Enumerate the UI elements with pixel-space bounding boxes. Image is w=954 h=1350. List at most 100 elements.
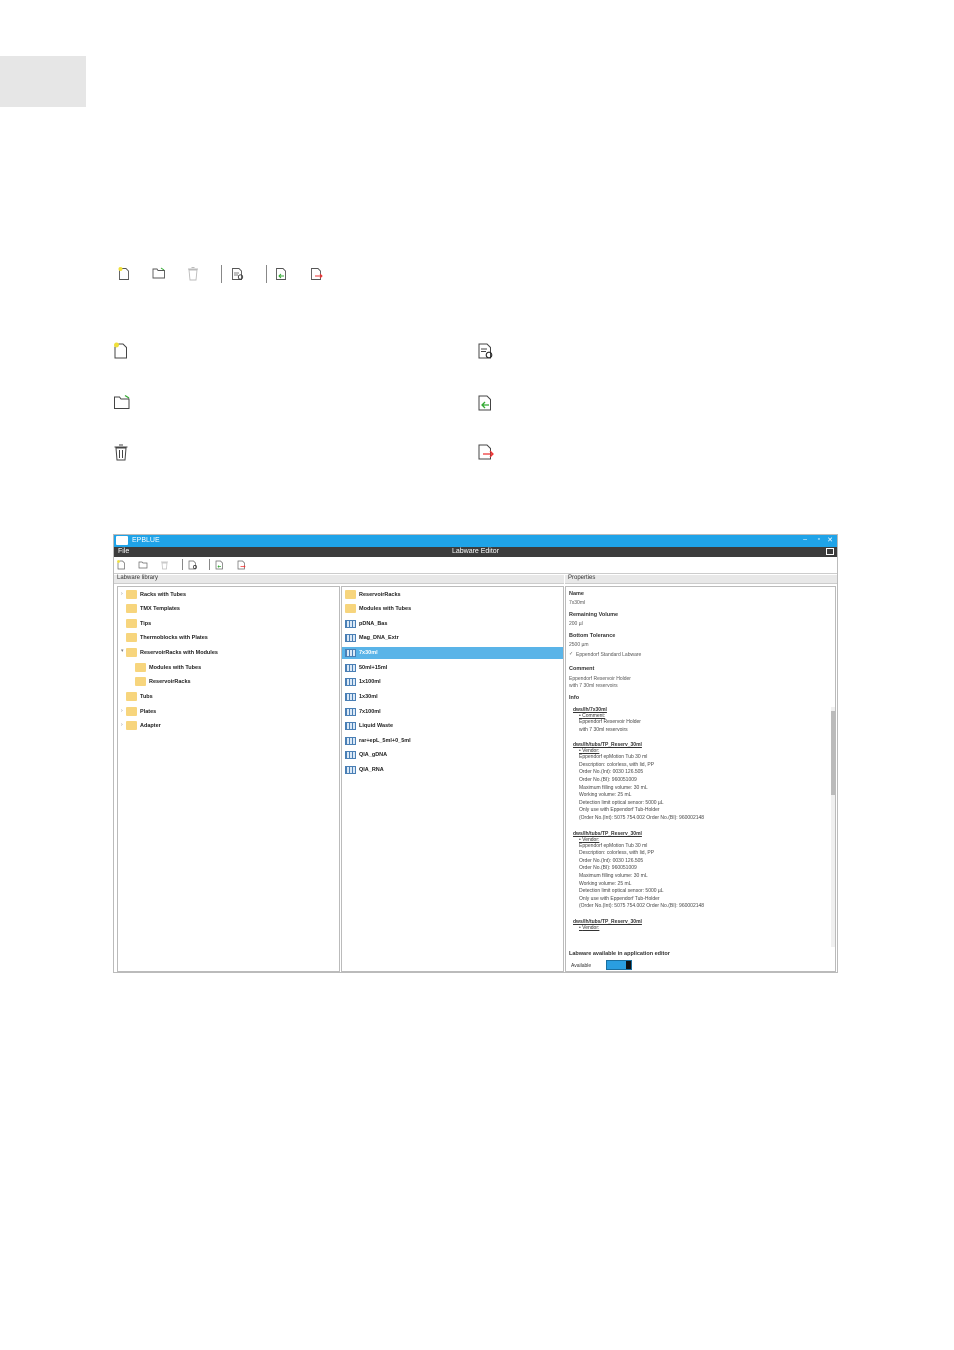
properties-view-icon[interactable] [231, 267, 245, 281]
list-item[interactable]: rar+epL_5ml+0_5ml [342, 735, 563, 747]
expand-arrow-icon[interactable]: › [121, 591, 123, 597]
rack-icon [345, 721, 356, 730]
list-item[interactable]: QIA_RNA [342, 764, 563, 776]
available-toggle[interactable] [606, 960, 632, 970]
info-line: Description: colorless, with lid, PP [579, 761, 655, 768]
expand-arrow-icon[interactable]: › [121, 708, 123, 714]
list-item[interactable]: 1x100ml [342, 676, 563, 688]
available-label: Available [571, 963, 592, 969]
tree-item[interactable]: Plates [126, 706, 156, 718]
info-line: Detection limit optical sensor: 5000 µL [579, 888, 664, 895]
folder-icon [126, 707, 137, 717]
folder-icon [126, 590, 137, 600]
list-item[interactable]: Mag_DNA_Extr [342, 632, 563, 644]
folder-icon [126, 721, 137, 731]
import-icon[interactable] [275, 267, 289, 281]
collapse-arrow-icon[interactable]: ▾ [121, 648, 124, 654]
info-line: Working volume: 25 mL [579, 792, 632, 799]
panel-toggle-icon[interactable] [826, 548, 834, 555]
info-scrollbar[interactable] [831, 707, 835, 947]
list-item[interactable]: pDNA_Bas [342, 618, 563, 630]
tree-item[interactable]: Tips [126, 618, 151, 630]
info-line: Order No.(Int): 0030 126.505 [579, 857, 644, 864]
remaining-volume-value: 200 µl [569, 621, 583, 627]
export-icon[interactable] [310, 267, 324, 281]
info-line: Detection limit optical sensor: 5000 µL [579, 799, 664, 806]
availability-label: Labware available in application editor [569, 951, 670, 957]
info-line: Description: colorless, with lid, PP [579, 850, 655, 857]
open-folder-icon[interactable] [152, 267, 166, 279]
list-item-selected[interactable]: 7x30ml [342, 647, 563, 659]
tree-item[interactable]: Thermoblocks with Plates [126, 632, 208, 644]
info-line: Only use with Eppendorf Tub-Holder [579, 895, 660, 902]
rack-icon [345, 663, 356, 672]
rack-icon [345, 765, 356, 774]
folder-icon [135, 677, 146, 687]
properties-view-icon[interactable] [188, 560, 198, 570]
library-tree: › Racks with Tubes TMX Templates Tips Th… [117, 586, 340, 972]
labware-editor-window: EPBLUE – ▫ ✕ File Labware Editor Labware… [113, 534, 838, 973]
list-item[interactable]: Liquid Waste [342, 720, 563, 732]
folder-icon [126, 692, 137, 702]
scrollbar-thumb[interactable] [831, 711, 835, 795]
info-box: dws/lh/7x30ml • Comment: Eppendorf Reser… [569, 707, 835, 947]
open-folder-icon [114, 394, 130, 409]
checkbox-check-icon[interactable]: ✓ [569, 651, 573, 657]
info-line: (Order No.(Int): 5075 754.002 Order No.(… [579, 814, 705, 821]
rack-icon [345, 692, 356, 701]
open-folder-icon[interactable] [138, 560, 148, 569]
new-file-icon[interactable] [117, 560, 126, 570]
delete-icon [114, 444, 128, 461]
rack-icon [345, 736, 356, 745]
tree-item[interactable]: Tubs [126, 691, 153, 703]
toggle-knob[interactable] [626, 961, 631, 969]
tree-item[interactable]: ReservoirRacks [135, 676, 191, 688]
delete-icon[interactable] [160, 560, 169, 570]
tree-item[interactable]: Racks with Tubes [126, 589, 186, 601]
folder-icon [126, 604, 137, 614]
export-icon [478, 444, 494, 460]
minimize-icon[interactable]: – [803, 536, 807, 543]
list-item[interactable]: QIA_gDNA [342, 749, 563, 761]
info-label: Info [569, 695, 580, 701]
list-item[interactable]: ReservoirRacks [342, 589, 563, 601]
name-label: Name [569, 591, 584, 597]
info-block: dws/lh/tubs/TP_Reserv_30ml • Vendor: Epp… [569, 831, 835, 911]
toolbar-separator [266, 265, 267, 283]
info-line: (Order No.(Int): 5075 754.002 Order No.(… [579, 903, 705, 910]
list-item[interactable]: 50ml+15ml [342, 662, 563, 674]
info-line: Eppendorf epMotion Tub 30 ml [579, 754, 648, 761]
remaining-volume-label: Remaining Volume [569, 612, 619, 618]
close-icon[interactable]: ✕ [827, 536, 833, 544]
rack-icon [345, 648, 356, 657]
info-line: Working volume: 25 mL [579, 880, 632, 887]
app-logo [116, 536, 128, 545]
bottom-tolerance-label: Bottom Tolerance [569, 633, 616, 639]
info-block: dws/lh/tubs/TP_Reserv_30ml • Vendor: [569, 919, 835, 931]
expand-arrow-icon[interactable]: › [121, 722, 123, 728]
comment-line: with 7 30ml reservoirs [569, 683, 618, 689]
tree-item[interactable]: Adapter [126, 720, 161, 732]
folder-icon [345, 590, 356, 600]
rack-icon [345, 750, 356, 759]
tree-item[interactable]: Modules with Tubes [135, 662, 201, 674]
info-block: dws/lh/7x30ml • Comment: Eppendorf Reser… [569, 707, 835, 734]
list-item[interactable]: 7x100ml [342, 706, 563, 718]
list-item[interactable]: Modules with Tubes [342, 603, 563, 615]
tree-item[interactable]: ReservoirRacks with Modules [126, 647, 218, 659]
app-name: EPBLUE [132, 537, 160, 544]
comment-label: Comment [569, 666, 595, 672]
toolbar-separator [182, 559, 183, 570]
new-file-icon[interactable] [118, 267, 130, 281]
info-line: Order No.(BI): 960051009 [579, 865, 637, 872]
list-item[interactable]: 1x30ml [342, 691, 563, 703]
restore-icon[interactable]: ▫ [818, 536, 820, 543]
tree-item[interactable]: TMX Templates [126, 603, 180, 615]
title-bar: EPBLUE – ▫ ✕ [114, 535, 837, 547]
export-icon[interactable] [237, 560, 247, 570]
info-line: Only use with Eppendorf Tub-Holder [579, 807, 660, 814]
import-icon[interactable] [215, 560, 225, 570]
new-file-icon [114, 342, 127, 359]
delete-icon[interactable] [187, 266, 199, 281]
info-line: Maximum filling volume: 30 mL [579, 872, 648, 879]
